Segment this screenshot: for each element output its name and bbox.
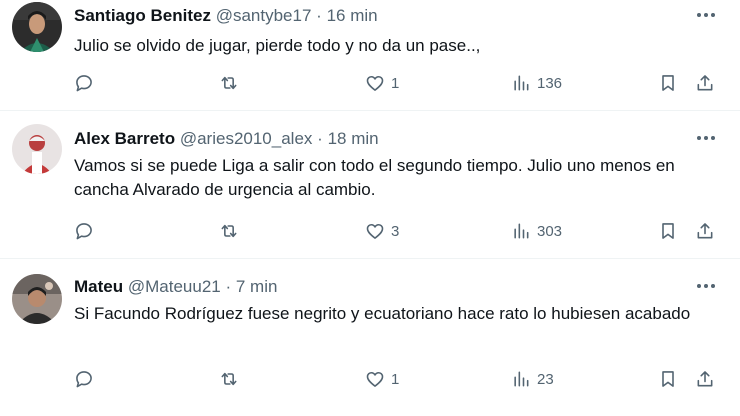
like-count: 1 — [391, 370, 400, 388]
timestamp[interactable]: 18 min — [328, 129, 379, 148]
retweet-icon — [221, 76, 237, 90]
tweet[interactable]: Alex Barreto @aries2010_alex · 18 min Va… — [0, 111, 740, 258]
heart-icon — [366, 223, 384, 239]
share-button[interactable] — [695, 220, 715, 242]
reply-button[interactable] — [74, 368, 94, 390]
more-icon — [697, 13, 715, 17]
reply-button[interactable] — [74, 220, 94, 242]
tweet[interactable]: Mateu @Mateuu21 · 7 min Si Facundo Rodrí… — [0, 259, 740, 416]
user-handle[interactable]: @aries2010_alex — [180, 129, 313, 148]
share-icon — [697, 75, 713, 91]
separator-dot: · — [316, 6, 322, 25]
user-handle[interactable]: @santybe17 — [216, 6, 312, 25]
retweet-button[interactable] — [219, 368, 239, 390]
avatar[interactable] — [12, 2, 62, 52]
share-icon — [697, 371, 713, 387]
bookmark-button[interactable] — [658, 368, 678, 390]
tweet-header: Santiago Benitez @santybe17 · 16 min — [74, 6, 378, 26]
display-name[interactable]: Santiago Benitez — [74, 6, 211, 25]
views-count: 303 — [537, 222, 563, 240]
heart-icon — [366, 371, 384, 387]
display-name[interactable]: Alex Barreto — [74, 129, 175, 148]
retweet-icon — [221, 372, 237, 386]
like-count: 3 — [391, 222, 400, 240]
like-button[interactable]: 1 — [365, 368, 399, 390]
retweet-button[interactable] — [219, 220, 239, 242]
tweet-text: Vamos si se puede Liga a salir con todo … — [74, 156, 675, 199]
views-count: 23 — [537, 370, 554, 388]
avatar[interactable] — [12, 124, 62, 174]
reply-icon — [76, 371, 92, 388]
tweet-header: Alex Barreto @aries2010_alex · 18 min — [74, 129, 379, 149]
reply-icon — [76, 75, 92, 92]
like-button[interactable]: 1 — [365, 72, 399, 94]
share-button[interactable] — [695, 368, 715, 390]
more-button[interactable] — [692, 128, 720, 148]
views-button[interactable]: 303 — [511, 220, 562, 242]
like-count: 1 — [391, 74, 400, 92]
bookmark-icon — [662, 75, 674, 91]
like-button[interactable]: 3 — [365, 220, 399, 242]
views-button[interactable]: 23 — [511, 368, 554, 390]
share-button[interactable] — [695, 72, 715, 94]
bookmark-icon — [662, 371, 674, 387]
more-icon — [697, 136, 715, 140]
tweet-header: Mateu @Mateuu21 · 7 min — [74, 277, 277, 297]
user-handle[interactable]: @Mateuu21 — [128, 277, 221, 296]
avatar-image — [12, 2, 62, 52]
tweet-text: Julio se olvido de jugar, pierde todo y … — [74, 36, 481, 55]
timestamp[interactable]: 16 min — [327, 6, 378, 25]
display-name[interactable]: Mateu — [74, 277, 123, 296]
timestamp[interactable]: 7 min — [236, 277, 278, 296]
retweet-button[interactable] — [219, 72, 239, 94]
tweet-text: Si Facundo Rodríguez fuese negrito y ecu… — [74, 304, 691, 323]
views-icon — [514, 75, 529, 91]
bookmark-icon — [662, 223, 674, 239]
heart-icon — [366, 75, 384, 91]
separator-dot: · — [317, 129, 323, 148]
more-button[interactable] — [692, 5, 720, 25]
avatar[interactable] — [12, 274, 62, 324]
views-button[interactable]: 136 — [511, 72, 562, 94]
views-icon — [514, 371, 529, 387]
bookmark-button[interactable] — [658, 220, 678, 242]
more-icon — [697, 284, 715, 288]
bookmark-button[interactable] — [658, 72, 678, 94]
share-icon — [697, 223, 713, 239]
views-count: 136 — [537, 74, 563, 92]
avatar-image — [12, 124, 62, 174]
avatar-image — [12, 274, 62, 324]
views-icon — [514, 223, 529, 239]
retweet-icon — [221, 224, 237, 238]
reply-button[interactable] — [74, 72, 94, 94]
reply-icon — [76, 223, 92, 240]
more-button[interactable] — [692, 276, 720, 296]
tweet[interactable]: Santiago Benitez @santybe17 · 16 min Jul… — [0, 0, 740, 110]
separator-dot: · — [225, 277, 232, 296]
